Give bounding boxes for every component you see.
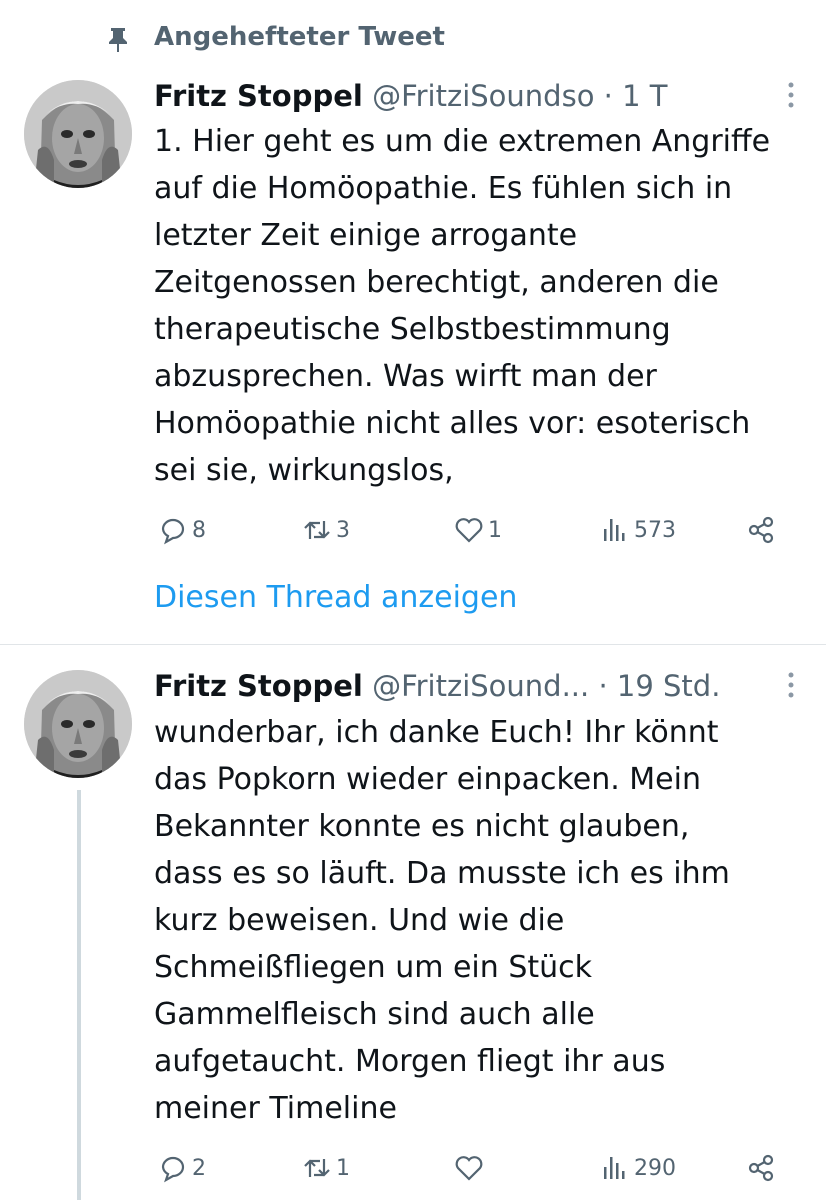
like-button[interactable]: 1 xyxy=(454,510,502,550)
tweet-timestamp[interactable]: 1 T xyxy=(622,79,667,113)
like-count: 1 xyxy=(488,517,502,543)
reply-button[interactable]: 2 xyxy=(158,1148,206,1188)
tweet-header: Fritz Stoppel @FritziSoundso · 1 T xyxy=(154,78,667,114)
views-chart-icon xyxy=(604,1157,625,1179)
reply-button[interactable]: 8 xyxy=(158,510,206,550)
show-thread-link[interactable]: Diesen Thread anzeigen xyxy=(154,580,517,615)
reply-count: 2 xyxy=(192,1155,206,1181)
pin-icon xyxy=(109,28,127,52)
retweet-button[interactable]: 1 xyxy=(302,1148,350,1188)
reply-icon xyxy=(161,1156,185,1183)
author-name[interactable]: Fritz Stoppel xyxy=(154,669,363,703)
share-icon xyxy=(748,1154,774,1182)
retweet-icon xyxy=(304,1159,330,1177)
tweet-divider xyxy=(0,644,826,645)
more-options-icon[interactable] xyxy=(786,80,796,110)
tweet-actions: 2 1 290 xyxy=(154,1148,794,1188)
retweet-button[interactable]: 3 xyxy=(302,510,350,550)
author-handle[interactable]: @FritziSound... xyxy=(372,669,589,703)
share-button[interactable] xyxy=(746,510,776,550)
author-handle[interactable]: @FritziSoundso xyxy=(372,79,594,113)
retweet-icon xyxy=(304,521,330,539)
tweet-text: 1. Hier geht es um die extremen Angriffe… xyxy=(154,124,771,488)
more-options-icon[interactable] xyxy=(786,670,796,700)
like-button[interactable] xyxy=(454,1148,488,1188)
pinned-label: Angehefteter Tweet xyxy=(154,22,445,52)
avatar[interactable] xyxy=(24,80,132,188)
tweet-text: wunderbar, ich danke Euch! Ihr könnt das… xyxy=(154,715,730,1126)
views-button[interactable]: 290 xyxy=(600,1148,676,1188)
thread-connector-line xyxy=(77,790,81,1200)
pinned-tweet-label-row: Angehefteter Tweet xyxy=(0,0,826,80)
tweet-actions: 8 3 1 573 xyxy=(154,510,794,550)
retweet-count: 1 xyxy=(336,1155,350,1181)
heart-icon xyxy=(455,518,483,543)
heart-icon xyxy=(455,1156,483,1181)
views-button[interactable]: 573 xyxy=(600,510,676,550)
tweet-header: Fritz Stoppel @FritziSound... · 19 Std. xyxy=(154,668,720,704)
author-name[interactable]: Fritz Stoppel xyxy=(154,79,363,113)
tweet-timestamp[interactable]: 19 Std. xyxy=(617,669,721,703)
reply-icon xyxy=(161,518,185,545)
views-count: 290 xyxy=(634,1155,676,1181)
separator-dot: · xyxy=(598,669,608,703)
share-button[interactable] xyxy=(746,1148,776,1188)
views-count: 573 xyxy=(634,517,676,543)
avatar-portrait-image xyxy=(24,670,132,778)
avatar-portrait-image xyxy=(24,80,132,188)
retweet-count: 3 xyxy=(336,517,350,543)
avatar[interactable] xyxy=(24,670,132,778)
separator-dot: · xyxy=(603,79,613,113)
share-icon xyxy=(748,516,774,544)
views-chart-icon xyxy=(604,519,625,541)
reply-count: 8 xyxy=(192,517,206,543)
